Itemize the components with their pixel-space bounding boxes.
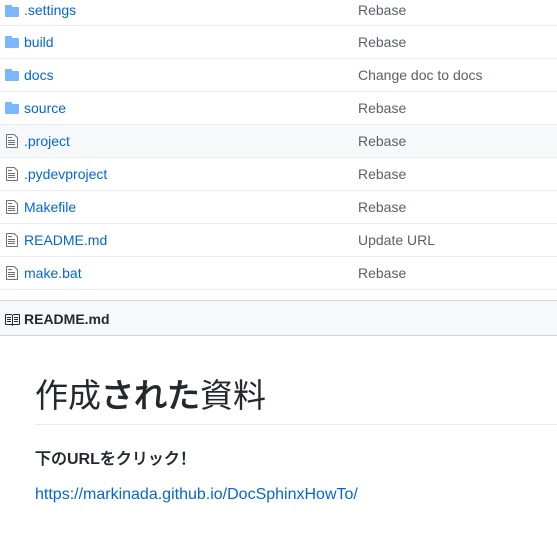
file-row[interactable]: .pydevproject Rebase xyxy=(0,158,557,191)
commit-message-link[interactable]: Rebase xyxy=(358,199,406,215)
readme-subheading: 下のURLをクリック！ xyxy=(35,451,196,468)
commit-message-link[interactable]: Rebase xyxy=(358,34,406,50)
commit-message-link[interactable]: Rebase xyxy=(358,2,406,18)
heading-part: 資料 xyxy=(200,376,266,415)
readme-header: README.md xyxy=(0,300,557,336)
file-name-link[interactable]: make.bat xyxy=(24,265,82,281)
commit-message-link[interactable]: Rebase xyxy=(358,166,406,182)
heading-part-bold: された xyxy=(101,376,200,415)
commit-message-link[interactable]: Change doc to docs xyxy=(358,67,483,83)
folder-icon xyxy=(5,5,19,17)
book-icon xyxy=(5,314,20,326)
file-icon xyxy=(6,266,18,280)
file-row[interactable]: docs Change doc to docs xyxy=(0,59,557,92)
commit-message-link[interactable]: Rebase xyxy=(358,133,406,149)
commit-message-link[interactable]: Update URL xyxy=(358,232,435,248)
readme-title: README.md xyxy=(24,311,110,327)
file-name-link[interactable]: source xyxy=(24,100,66,116)
file-name-link[interactable]: .project xyxy=(24,133,70,149)
file-name-link[interactable]: Makefile xyxy=(24,199,76,215)
file-row[interactable]: build Rebase xyxy=(0,26,557,59)
file-row[interactable]: make.bat Rebase xyxy=(0,257,557,290)
file-row[interactable]: .settings Rebase xyxy=(0,0,557,26)
file-icon xyxy=(6,233,18,247)
file-row[interactable]: Makefile Rebase xyxy=(0,191,557,224)
folder-icon xyxy=(5,36,19,48)
commit-message-link[interactable]: Rebase xyxy=(358,265,406,281)
file-list: .settings Rebase build Rebase docs Chang… xyxy=(0,0,557,290)
file-row[interactable]: README.md Update URL xyxy=(0,224,557,257)
file-row[interactable]: .project Rebase xyxy=(0,125,557,158)
file-icon xyxy=(6,134,18,148)
folder-icon xyxy=(5,102,19,114)
file-name-link[interactable]: .settings xyxy=(24,2,76,18)
file-name-link[interactable]: build xyxy=(24,34,54,50)
file-row[interactable]: source Rebase xyxy=(0,92,557,125)
file-icon xyxy=(6,200,18,214)
commit-message-link[interactable]: Rebase xyxy=(358,100,406,116)
file-name-link[interactable]: docs xyxy=(24,67,54,83)
docs-link[interactable]: https://markinada.github.io/DocSphinxHow… xyxy=(35,486,358,504)
readme-heading: 作成された資料 xyxy=(35,374,557,425)
heading-part: 作成 xyxy=(35,376,101,415)
file-name-link[interactable]: .pydevproject xyxy=(24,166,107,182)
folder-icon xyxy=(5,69,19,81)
file-name-link[interactable]: README.md xyxy=(24,232,107,248)
file-icon xyxy=(6,167,18,181)
